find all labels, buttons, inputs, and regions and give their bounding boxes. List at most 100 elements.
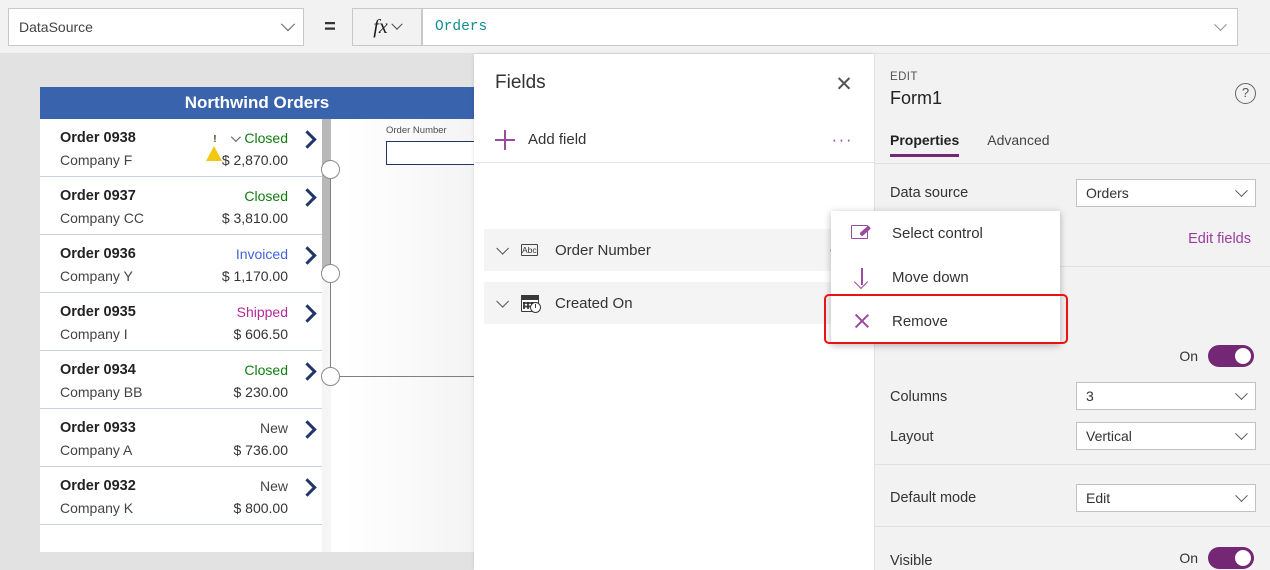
columns-dropdown[interactable]: 3	[1076, 382, 1256, 410]
gallery-order-number: Order 0935	[60, 304, 136, 320]
visible-toggle[interactable]: On	[1179, 547, 1254, 569]
gallery-item[interactable]: Order 0934 Closed Company BB $ 230.00	[40, 351, 322, 409]
gallery-item[interactable]: Order 0933 New Company A $ 736.00	[40, 409, 322, 467]
gallery-status-group: New	[260, 420, 288, 436]
gallery-amount: $ 736.00	[233, 442, 289, 458]
gallery-amount: $ 800.00	[233, 500, 289, 516]
gallery-company: Company CC	[60, 210, 145, 226]
chevron-down-icon[interactable]	[496, 241, 509, 255]
gallery-company: Company I	[60, 326, 128, 342]
menu-item-label: Remove	[892, 312, 948, 330]
snap-to-columns-toggle[interactable]: On	[1179, 345, 1254, 367]
gallery-amount: $ 2,870.00	[221, 152, 288, 168]
chevron-down-icon[interactable]	[496, 294, 509, 308]
property-selector-dropdown[interactable]: DataSource	[8, 8, 304, 46]
gallery-amount: $ 606.50	[233, 326, 289, 342]
chevron-right-icon[interactable]	[298, 478, 317, 497]
selected-control-name: Form1	[890, 88, 943, 108]
gallery-status-group: New	[260, 478, 288, 494]
gallery-item[interactable]: Order 0937 Closed Company CC $ 3,810.00	[40, 177, 322, 235]
gallery-order-number: Order 0933	[60, 420, 136, 436]
columns-label: Columns	[890, 389, 948, 405]
chevron-down-icon	[280, 17, 296, 32]
gallery-status: Shipped	[236, 304, 288, 320]
property-selector-value: DataSource	[19, 19, 93, 35]
gallery-order-number: Order 0937	[60, 188, 136, 204]
chevron-down-icon	[391, 18, 403, 30]
chevron-right-icon[interactable]	[298, 304, 317, 323]
chevron-right-icon[interactable]	[298, 246, 317, 265]
plus-icon	[495, 129, 515, 150]
fields-panel: Fields ✕ Add field ··· Abc Order Number …	[474, 54, 874, 570]
abc-icon-label: Abc	[521, 244, 538, 256]
default-mode-label: Default mode	[890, 490, 977, 506]
divider	[875, 526, 1270, 527]
add-field-overflow-button[interactable]: ···	[832, 130, 853, 150]
gallery-company: Company A	[60, 442, 133, 458]
chevron-right-icon[interactable]	[298, 420, 317, 439]
gallery-status: New	[259, 420, 288, 436]
gallery-amount: $ 3,810.00	[221, 210, 288, 226]
gallery-company: Company Y	[60, 268, 133, 284]
chevron-right-icon[interactable]	[298, 188, 317, 207]
field-name: Order Number	[555, 241, 651, 259]
close-x-icon	[851, 310, 873, 332]
menu-item-select-control[interactable]: Select control	[831, 211, 1060, 255]
layout-label: Layout	[890, 429, 934, 445]
fx-button[interactable]: fx	[352, 8, 422, 46]
help-icon[interactable]: ?	[1235, 83, 1256, 104]
chevron-right-icon[interactable]	[298, 130, 317, 149]
field-row-created-on[interactable]: Created On	[484, 282, 864, 324]
menu-item-remove[interactable]: Remove	[831, 299, 1060, 343]
abc-icon: Abc	[521, 241, 545, 259]
fx-icon: fx	[373, 15, 388, 38]
gallery-status: Invoiced	[235, 246, 288, 262]
visible-label: Visible	[890, 553, 933, 569]
toggle-switch[interactable]	[1208, 345, 1254, 367]
default-mode-dropdown[interactable]: Edit	[1076, 484, 1256, 512]
warning-icon[interactable]: !	[206, 130, 223, 161]
edit-form[interactable]: Order Number	[331, 119, 474, 552]
field-context-menu[interactable]: Select control Move down Remove	[831, 211, 1060, 344]
data-source-label: Data source	[890, 185, 969, 201]
gallery-status-group: Closed	[244, 362, 288, 378]
chevron-down-icon[interactable]	[231, 131, 242, 142]
chevron-down-icon[interactable]	[1214, 17, 1227, 31]
app-canvas[interactable]: Northwind Orders Order 0938! Closed Compan…	[0, 54, 474, 570]
add-field-label: Add field	[528, 131, 587, 148]
close-icon[interactable]: ✕	[832, 74, 856, 98]
add-field-row[interactable]: Add field ···	[474, 117, 874, 163]
gallery-status-group: Invoiced	[236, 246, 288, 262]
toggle-switch[interactable]	[1208, 547, 1254, 569]
edit-fields-link[interactable]: Edit fields	[1188, 231, 1251, 247]
gallery-item[interactable]: Order 0936 Invoiced Company Y $ 1,170.00	[40, 235, 322, 293]
tab-advanced[interactable]: Advanced	[987, 132, 1049, 157]
layout-dropdown[interactable]: Vertical	[1076, 422, 1256, 450]
app-title-bar: Northwind Orders	[40, 87, 474, 119]
gallery-item[interactable]: Order 0935 Shipped Company I $ 606.50	[40, 293, 322, 351]
panel-section-label: EDIT	[890, 71, 918, 83]
menu-item-move-down[interactable]: Move down	[831, 255, 1060, 299]
formula-input[interactable]: Orders	[422, 8, 1238, 46]
gallery-status-group: Shipped	[237, 304, 288, 320]
gallery-status-group: Closed	[244, 188, 288, 204]
gallery-item[interactable]: Order 0938! Closed Company F $ 2,870.00	[40, 119, 322, 177]
snap-toggle-state: On	[1179, 348, 1198, 364]
selection-handle-bottom[interactable]	[321, 367, 340, 386]
selection-handle-middle[interactable]	[321, 264, 340, 283]
orders-gallery[interactable]: Order 0938! Closed Company F $ 2,870.00 Orde…	[40, 119, 322, 552]
chevron-right-icon[interactable]	[298, 362, 317, 381]
canvas-corner-mark: .	[323, 562, 327, 570]
data-source-value: Orders	[1086, 185, 1129, 201]
tab-properties[interactable]: Properties	[890, 132, 960, 157]
field-row-order-number[interactable]: Abc Order Number ···	[484, 229, 864, 271]
chevron-down-icon	[1235, 386, 1248, 400]
formula-text: Orders	[435, 19, 488, 35]
gallery-item[interactable]: Order 0932 New Company K $ 800.00	[40, 467, 322, 525]
data-source-dropdown[interactable]: Orders	[1076, 179, 1256, 207]
selection-handle-top[interactable]	[321, 160, 340, 179]
app-screen: Northwind Orders Order 0938! Closed Compan…	[40, 87, 474, 552]
order-number-input[interactable]	[386, 141, 474, 165]
gallery-amount: $ 230.00	[233, 384, 289, 400]
formula-bar: DataSource = fx Orders	[0, 0, 1270, 54]
